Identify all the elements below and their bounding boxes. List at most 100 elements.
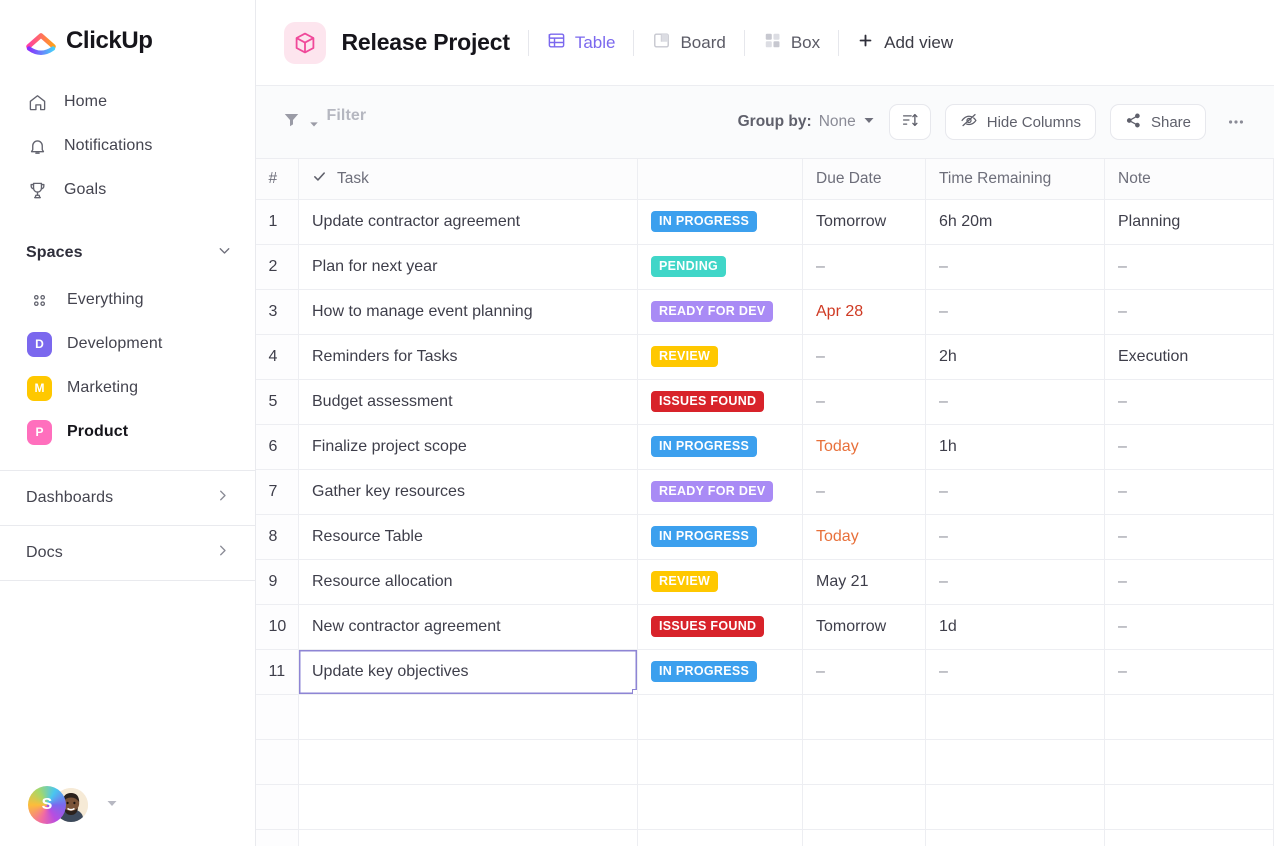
due-date-cell[interactable]: – [803, 379, 926, 424]
empty-cell[interactable] [803, 784, 926, 829]
note-cell[interactable]: – [1105, 649, 1274, 694]
empty-cell[interactable] [638, 739, 803, 784]
column-header-task[interactable]: Task [299, 159, 638, 199]
empty-cell[interactable] [256, 739, 299, 784]
tab-box[interactable]: Box [763, 31, 820, 55]
empty-cell[interactable] [256, 694, 299, 739]
table-row[interactable]: 5Budget assessmentISSUES FOUND––– [256, 379, 1274, 424]
empty-cell[interactable] [1105, 829, 1274, 846]
note-cell[interactable]: – [1105, 244, 1274, 289]
status-cell[interactable]: IN PROGRESS [638, 514, 803, 559]
status-cell[interactable]: ISSUES FOUND [638, 604, 803, 649]
tab-board[interactable]: Board [652, 31, 725, 55]
empty-cell[interactable] [299, 829, 638, 846]
status-cell[interactable]: READY FOR DEV [638, 469, 803, 514]
time-remaining-cell[interactable]: – [926, 244, 1105, 289]
brand[interactable]: ClickUp [0, 0, 255, 78]
table-empty-row[interactable] [256, 739, 1274, 784]
task-cell[interactable]: Reminders for Tasks [299, 334, 638, 379]
column-header-time-remaining[interactable]: Time Remaining [926, 159, 1105, 199]
sidebar-item-docs[interactable]: Docs [0, 526, 255, 580]
due-date-cell[interactable]: – [803, 334, 926, 379]
time-remaining-cell[interactable]: – [926, 649, 1105, 694]
chevron-down-icon[interactable] [216, 242, 233, 264]
sidebar-item-notifications[interactable]: Notifications [0, 124, 255, 168]
due-date-cell[interactable]: Today [803, 514, 926, 559]
due-date-cell[interactable]: – [803, 469, 926, 514]
status-cell[interactable]: REVIEW [638, 559, 803, 604]
task-cell[interactable]: Budget assessment [299, 379, 638, 424]
status-cell[interactable]: IN PROGRESS [638, 424, 803, 469]
avatar-stack[interactable]: S [28, 786, 88, 824]
empty-cell[interactable] [803, 739, 926, 784]
empty-cell[interactable] [803, 829, 926, 846]
spaces-section-header[interactable]: Spaces [0, 212, 255, 278]
time-remaining-cell[interactable]: 6h 20m [926, 199, 1105, 244]
filter-button[interactable]: Filter [282, 110, 367, 134]
table-row[interactable]: 2Plan for next yearPENDING––– [256, 244, 1274, 289]
empty-cell[interactable] [256, 829, 299, 846]
task-cell[interactable]: Gather key resources [299, 469, 638, 514]
time-remaining-cell[interactable]: – [926, 559, 1105, 604]
empty-cell[interactable] [638, 784, 803, 829]
empty-cell[interactable] [299, 739, 638, 784]
note-cell[interactable]: Planning [1105, 199, 1274, 244]
empty-cell[interactable] [1105, 694, 1274, 739]
hide-columns-button[interactable]: Hide Columns [945, 104, 1096, 140]
due-date-cell[interactable]: Tomorrow [803, 199, 926, 244]
empty-cell[interactable] [256, 784, 299, 829]
empty-cell[interactable] [1105, 784, 1274, 829]
due-date-cell[interactable]: Tomorrow [803, 604, 926, 649]
task-cell[interactable]: Finalize project scope [299, 424, 638, 469]
user-avatar-bar[interactable]: S [0, 786, 255, 846]
table-row[interactable]: 10New contractor agreementISSUES FOUNDTo… [256, 604, 1274, 649]
status-cell[interactable]: IN PROGRESS [638, 649, 803, 694]
due-date-cell[interactable]: – [803, 244, 926, 289]
time-remaining-cell[interactable]: 2h [926, 334, 1105, 379]
sidebar-item-goals[interactable]: Goals [0, 168, 255, 212]
status-cell[interactable]: PENDING [638, 244, 803, 289]
empty-cell[interactable] [926, 694, 1105, 739]
task-cell[interactable]: How to manage event planning [299, 289, 638, 334]
time-remaining-cell[interactable]: – [926, 289, 1105, 334]
table-row[interactable]: 6Finalize project scopeIN PROGRESSToday1… [256, 424, 1274, 469]
column-header-due-date[interactable]: Due Date [803, 159, 926, 199]
empty-cell[interactable] [638, 829, 803, 846]
table-row[interactable]: 1Update contractor agreementIN PROGRESST… [256, 199, 1274, 244]
time-remaining-cell[interactable]: 1h [926, 424, 1105, 469]
note-cell[interactable]: – [1105, 469, 1274, 514]
table-row[interactable]: 9Resource allocationREVIEWMay 21–– [256, 559, 1274, 604]
column-header-number[interactable]: # [256, 159, 299, 199]
table-row[interactable]: 8Resource TableIN PROGRESSToday–– [256, 514, 1274, 559]
time-remaining-cell[interactable]: – [926, 514, 1105, 559]
status-cell[interactable]: ISSUES FOUND [638, 379, 803, 424]
task-cell-selected[interactable]: Update key objectives [299, 649, 638, 694]
caret-down-icon[interactable] [106, 796, 118, 814]
note-cell[interactable]: – [1105, 604, 1274, 649]
note-cell[interactable]: – [1105, 514, 1274, 559]
share-button[interactable]: Share [1110, 104, 1206, 140]
note-cell[interactable]: Execution [1105, 334, 1274, 379]
column-header-note[interactable]: Note [1105, 159, 1274, 199]
task-cell[interactable]: Plan for next year [299, 244, 638, 289]
note-cell[interactable]: – [1105, 559, 1274, 604]
group-by-control[interactable]: Group by: None [738, 113, 875, 131]
sort-button[interactable] [889, 104, 931, 140]
empty-cell[interactable] [1105, 739, 1274, 784]
status-cell[interactable]: READY FOR DEV [638, 289, 803, 334]
fill-handle[interactable] [632, 689, 638, 695]
workspace-avatar[interactable]: S [28, 786, 66, 824]
table-empty-row[interactable] [256, 829, 1274, 846]
time-remaining-cell[interactable]: – [926, 469, 1105, 514]
task-cell[interactable]: Resource Table [299, 514, 638, 559]
table-empty-row[interactable] [256, 784, 1274, 829]
table-view[interactable]: # Task Due Date Time Remaining [256, 159, 1274, 846]
due-date-cell[interactable]: Today [803, 424, 926, 469]
sidebar-item-dashboards[interactable]: Dashboards [0, 471, 255, 525]
status-cell[interactable]: IN PROGRESS [638, 199, 803, 244]
task-cell[interactable]: Resource allocation [299, 559, 638, 604]
empty-cell[interactable] [299, 784, 638, 829]
table-row[interactable]: 3How to manage event planningREADY FOR D… [256, 289, 1274, 334]
empty-cell[interactable] [299, 694, 638, 739]
task-cell[interactable]: Update contractor agreement [299, 199, 638, 244]
